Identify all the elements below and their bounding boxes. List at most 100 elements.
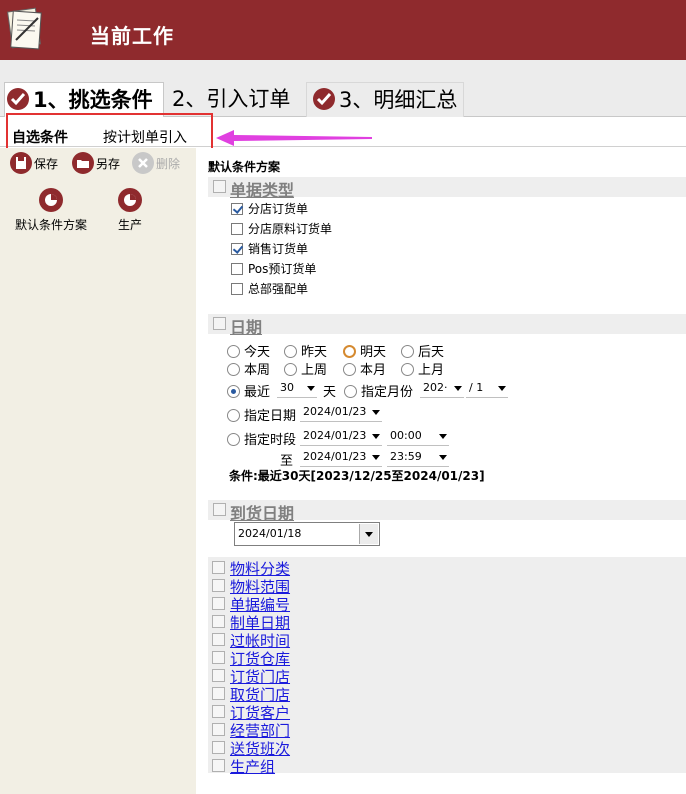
scheme-production-label: 生产	[117, 218, 142, 232]
filter-checkbox[interactable]	[212, 633, 225, 646]
checkbox-box	[231, 263, 243, 275]
scheme-default-label: 默认条件方案	[14, 218, 87, 232]
scheme-production[interactable]: 生产	[110, 188, 150, 233]
filter-checkbox[interactable]	[212, 615, 225, 628]
checkbox-label: Pos预订货单	[248, 262, 317, 276]
save-label: 保存	[34, 157, 59, 171]
radio-label: 昨天	[301, 345, 328, 360]
chevron-down-icon	[439, 434, 447, 439]
filter-checkbox[interactable]	[212, 579, 225, 592]
filter-checkbox[interactable]	[212, 687, 225, 700]
tab-step-3[interactable]: 3、明细汇总	[306, 82, 465, 117]
radio-specify-period[interactable]: 指定时段	[227, 429, 296, 448]
radio-circle	[227, 363, 240, 376]
chevron-down-icon	[372, 434, 380, 439]
radio-yesterday[interactable]: 昨天	[284, 341, 327, 360]
section-checkbox[interactable]	[213, 317, 226, 330]
filter-checkbox[interactable]	[212, 723, 225, 736]
radio-label: 指定时段	[244, 433, 297, 448]
month-select[interactable]: / 1	[466, 378, 508, 398]
filter-checkbox[interactable]	[212, 597, 225, 610]
radio-this-week[interactable]: 本周	[227, 359, 270, 378]
select-value: 30	[280, 381, 294, 394]
period-to-date-select[interactable]: 2024/01/23	[300, 447, 382, 467]
month-year-select[interactable]: 202·	[420, 378, 464, 398]
radio-circle	[227, 385, 240, 398]
radio-last-month[interactable]: 上月	[401, 359, 444, 378]
radio-specify-date[interactable]: 指定日期	[227, 405, 296, 424]
tab-step-2[interactable]: 2、引入订单	[172, 82, 290, 117]
date-condition-summary: 条件:最近30天[2023/12/25至2024/01/23]	[229, 469, 485, 483]
checkbox-doc-type-3[interactable]: Pos预订货单	[231, 260, 316, 277]
radio-circle	[227, 433, 240, 446]
radio-circle	[343, 345, 356, 358]
radio-this-month[interactable]: 本月	[343, 359, 386, 378]
select-value: 202·	[423, 381, 448, 394]
arrival-section-header[interactable]: 到货日期	[208, 500, 686, 523]
date-title: 日期	[230, 318, 263, 337]
arrival-date-select[interactable]: 2024/01/18	[234, 522, 380, 546]
radio-day-after[interactable]: 后天	[401, 341, 444, 360]
recent-days-select[interactable]: 30	[277, 378, 317, 398]
chevron-down-icon	[307, 386, 315, 391]
filter-checkbox[interactable]	[212, 759, 225, 772]
save-button[interactable]: 保存	[10, 152, 58, 174]
checkbox-doc-type-1[interactable]: 分店原料订货单	[231, 220, 332, 237]
scheme-sidebar: 保存 另存 删除 默认条件方案 生产	[0, 148, 198, 794]
radio-circle	[227, 409, 240, 422]
checkbox-box	[231, 283, 243, 295]
chevron-down-icon	[439, 455, 447, 460]
filter-checkbox[interactable]	[212, 705, 225, 718]
section-checkbox[interactable]	[213, 503, 226, 516]
filter-checkbox[interactable]	[212, 651, 225, 664]
radio-circle	[284, 363, 297, 376]
period-from-time-select[interactable]: 00:00	[387, 426, 449, 446]
page-title: 当前工作	[90, 24, 174, 48]
select-value: 2024/01/23	[303, 405, 367, 418]
select-value: 00:00	[390, 429, 422, 442]
tab-step-3-label: 3、明细汇总	[339, 88, 458, 112]
radio-recent[interactable]: 最近	[227, 381, 270, 400]
chevron-down-icon	[372, 410, 380, 415]
filter-checkbox[interactable]	[212, 669, 225, 682]
delete-label: 删除	[156, 157, 181, 171]
filter-checkbox[interactable]	[212, 561, 225, 574]
radio-circle	[401, 345, 414, 358]
section-checkbox[interactable]	[213, 180, 226, 193]
date-section-header[interactable]: 日期	[208, 314, 686, 337]
period-from-date-select[interactable]: 2024/01/23	[300, 426, 382, 446]
checkbox-box	[231, 243, 243, 255]
tab-step-1[interactable]: 1、挑选条件	[4, 82, 164, 117]
delete-button[interactable]: 删除	[132, 152, 180, 174]
radio-circle	[227, 345, 240, 358]
select-value: 23:59	[390, 450, 422, 463]
select-value: 2024/01/23	[303, 450, 367, 463]
radio-specify-month[interactable]: 指定月份	[344, 381, 413, 400]
radio-label: 今天	[244, 345, 271, 360]
checkbox-label: 销售订货单	[248, 242, 309, 256]
filter-checkbox[interactable]	[212, 741, 225, 754]
save-as-button[interactable]: 另存	[72, 152, 120, 174]
checkbox-doc-type-2[interactable]: 销售订货单	[231, 240, 308, 257]
checkbox-doc-type-0[interactable]: 分店订货单	[231, 200, 308, 217]
scheme-title: 默认条件方案	[208, 160, 281, 174]
chevron-down-icon	[359, 524, 378, 544]
radio-today[interactable]: 今天	[227, 341, 270, 360]
radio-last-week[interactable]: 上周	[284, 359, 327, 378]
chevron-down-icon	[454, 386, 462, 391]
select-value: 2024/01/23	[303, 429, 367, 442]
filter-link[interactable]: 生产组	[230, 756, 275, 777]
document-app-icon	[4, 6, 46, 52]
checkbox-label: 分店原料订货单	[248, 222, 333, 236]
radio-circle	[401, 363, 414, 376]
radio-label: 指定月份	[361, 385, 414, 400]
scheme-default[interactable]: 默认条件方案	[14, 188, 88, 233]
highlight-box	[6, 113, 213, 151]
specify-date-select[interactable]: 2024/01/23	[300, 402, 382, 422]
period-to-time-select[interactable]: 23:59	[387, 447, 449, 467]
chevron-down-icon	[498, 386, 506, 391]
checkbox-doc-type-4[interactable]: 总部强配单	[231, 280, 308, 297]
radio-label: 明天	[360, 345, 387, 360]
doc-type-section-header[interactable]: 单据类型	[208, 177, 686, 200]
radio-tomorrow[interactable]: 明天	[343, 341, 386, 360]
